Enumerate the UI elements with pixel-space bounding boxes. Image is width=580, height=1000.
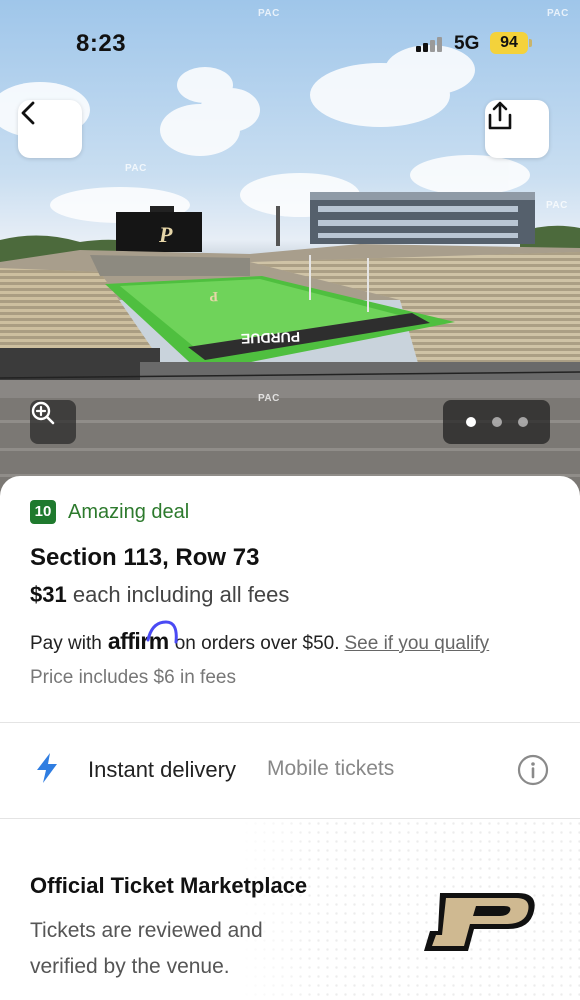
- signal-icon: [416, 36, 446, 52]
- network-type: 5G: [454, 33, 480, 54]
- watermark: PAC: [258, 393, 280, 404]
- scoreboard-letter: P: [158, 222, 173, 247]
- delivery-type: Mobile tickets: [267, 757, 395, 780]
- listing-details-sheet: 10 Amazing deal Section 113, Row 73 $31 …: [0, 476, 580, 1000]
- price-line: $31 each including all fees: [30, 582, 289, 608]
- back-button[interactable]: [18, 100, 82, 158]
- affirm-arc-icon: [146, 620, 178, 644]
- zoom-in-icon: [31, 401, 55, 425]
- affirm-suffix: on orders over $50.: [174, 633, 340, 654]
- info-icon[interactable]: [517, 754, 549, 786]
- share-button[interactable]: [485, 100, 549, 158]
- delivery-label: Instant delivery: [88, 757, 236, 782]
- zoom-button[interactable]: [30, 400, 76, 444]
- official-marketplace-card: Official Ticket Marketplace Tickets are …: [0, 819, 580, 1000]
- chevron-left-icon: [21, 101, 35, 125]
- affirm-financing-line: Pay with affirm on orders over $50. See …: [30, 620, 489, 655]
- carousel-indicator[interactable]: [443, 400, 550, 444]
- battery-indicator: 94: [490, 32, 532, 54]
- official-title: Official Ticket Marketplace: [30, 873, 308, 898]
- section-row-title: Section 113, Row 73: [30, 544, 260, 571]
- status-bar: 8:23 5G 94: [0, 0, 580, 80]
- carousel-dot[interactable]: [465, 417, 476, 427]
- deal-score-badge: 10: [30, 500, 56, 524]
- share-icon: [488, 101, 512, 130]
- deal-rating: 10 Amazing deal: [30, 500, 189, 524]
- price-suffix: each including all fees: [72, 582, 290, 607]
- deal-label: Amazing deal: [68, 500, 190, 523]
- venue-view-image[interactable]: P PURDUE P PAC PAC PAC PAC PAC 8:23 5G 9…: [0, 0, 580, 500]
- watermark: PAC: [125, 163, 147, 174]
- purdue-p-logo: [424, 893, 535, 951]
- field-logo: P: [209, 288, 219, 303]
- carousel-dot[interactable]: [491, 417, 502, 427]
- endzone-text: PURDUE: [241, 329, 301, 347]
- watermark: PAC: [546, 200, 568, 211]
- fees-note: Price includes $6 in fees: [30, 667, 236, 688]
- see-if-you-qualify-link[interactable]: See if you qualify: [344, 633, 489, 655]
- ticket-price: $31: [30, 582, 67, 607]
- delivery-row: Instant delivery Mobile tickets: [0, 722, 580, 818]
- official-description: Tickets are reviewed and verified by the…: [30, 919, 263, 978]
- affirm-logo: affirm: [108, 620, 178, 655]
- affirm-prefix: Pay with: [30, 633, 102, 654]
- status-time: 8:23: [76, 30, 127, 57]
- carousel-dot[interactable]: [517, 417, 528, 427]
- lightning-bolt-icon: [37, 753, 57, 783]
